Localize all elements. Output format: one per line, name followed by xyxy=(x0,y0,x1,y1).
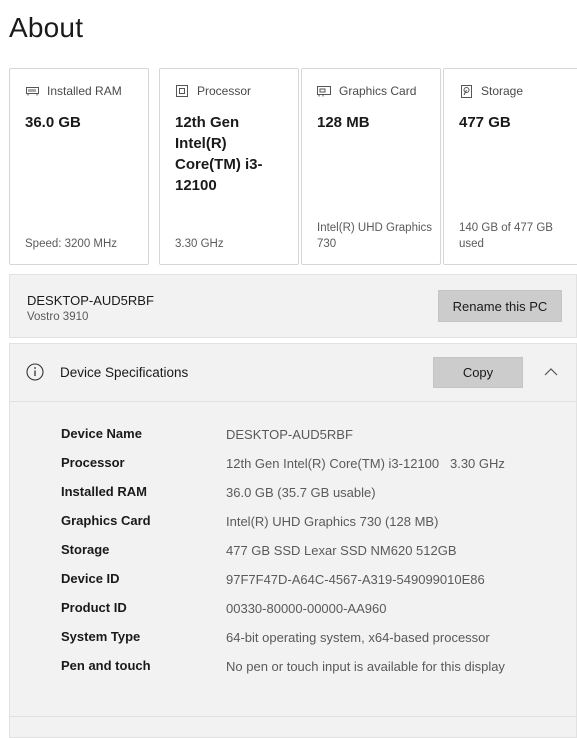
spec-value: 64-bit operating system, x64-based proce… xyxy=(226,630,490,645)
storage-icon xyxy=(459,84,473,98)
spec-row-installed-ram: Installed RAM 36.0 GB (35.7 GB usable) xyxy=(61,484,541,513)
spec-row-product-id: Product ID 00330-80000-00000-AA960 xyxy=(61,600,541,629)
pc-name-panel: DESKTOP-AUD5RBF Vostro 3910 Rename this … xyxy=(9,274,577,338)
spec-row-processor: Processor 12th Gen Intel(R) Core(TM) i3-… xyxy=(61,455,541,484)
spec-value: 12th Gen Intel(R) Core(TM) i3-12100 3.30… xyxy=(226,456,505,471)
card-detail: 140 GB of 477 GB used xyxy=(459,222,553,250)
spec-value: 36.0 GB (35.7 GB usable) xyxy=(226,485,376,500)
copy-button[interactable]: Copy xyxy=(433,357,523,388)
spec-label: Device ID xyxy=(61,571,120,586)
section-title: Device Specifications xyxy=(60,365,189,380)
card-value: 12th Gen Intel(R) Core(TM) i3-12100 xyxy=(175,114,263,194)
spec-value: DESKTOP-AUD5RBF xyxy=(226,427,353,442)
card-detail: 3.30 GHz xyxy=(175,238,224,250)
spec-row-graphics-card: Graphics Card Intel(R) UHD Graphics 730 … xyxy=(61,513,541,542)
card-storage: Storage 477 GB 140 GB of 477 GB used xyxy=(443,68,577,265)
spec-label: Graphics Card xyxy=(61,513,151,528)
card-installed-ram: Installed RAM 36.0 GB Speed: 3200 MHz xyxy=(9,68,149,265)
spec-value: 00330-80000-00000-AA960 xyxy=(226,601,387,616)
card-value: 477 GB xyxy=(459,114,511,131)
page-title: About xyxy=(9,12,84,43)
card-label: Installed RAM xyxy=(47,84,122,98)
spec-value: 97F7F47D-A64C-4567-A319-549099010E86 xyxy=(226,572,485,587)
spec-row-system-type: System Type 64-bit operating system, x64… xyxy=(61,629,541,658)
spec-value: Intel(R) UHD Graphics 730 (128 MB) xyxy=(226,514,439,529)
device-specifications-panel: Device Specifications Copy Device Name D… xyxy=(9,343,577,738)
card-label: Graphics Card xyxy=(339,84,417,98)
spec-label: Product ID xyxy=(61,600,127,615)
card-processor: Processor 12th Gen Intel(R) Core(TM) i3-… xyxy=(159,68,299,265)
card-value: 36.0 GB xyxy=(25,114,81,131)
info-icon xyxy=(26,363,44,381)
card-graphics: Graphics Card 128 MB Intel(R) UHD Graphi… xyxy=(301,68,441,265)
pc-name: DESKTOP-AUD5RBF xyxy=(27,293,154,308)
chevron-up-icon[interactable] xyxy=(543,365,559,377)
spec-row-device-name: Device Name DESKTOP-AUD5RBF xyxy=(61,426,541,455)
spec-row-device-id: Device ID 97F7F47D-A64C-4567-A319-549099… xyxy=(61,571,541,600)
summary-cards: Installed RAM 36.0 GB Speed: 3200 MHz Pr… xyxy=(9,68,577,267)
spec-value: 477 GB SSD Lexar SSD NM620 512GB xyxy=(226,543,457,558)
card-label: Processor xyxy=(197,84,252,98)
card-detail: Speed: 3200 MHz xyxy=(25,238,118,250)
ram-icon xyxy=(25,84,39,98)
spec-row-storage: Storage 477 GB SSD Lexar SSD NM620 512GB xyxy=(61,542,541,571)
spec-label: Device Name xyxy=(61,426,142,441)
card-value: 128 MB xyxy=(317,114,370,131)
spec-label: Installed RAM xyxy=(61,484,147,499)
pc-model: Vostro 3910 xyxy=(27,311,89,323)
spec-row-pen-and-touch: Pen and touch No pen or touch input is a… xyxy=(61,658,541,687)
rename-pc-button[interactable]: Rename this PC xyxy=(438,290,562,322)
spec-label: Pen and touch xyxy=(61,658,151,673)
card-detail: Intel(R) UHD Graphics 730 xyxy=(317,222,433,250)
specifications-list: Device Name DESKTOP-AUD5RBF Processor 12… xyxy=(61,426,541,687)
spec-value: No pen or touch input is available for t… xyxy=(226,659,505,674)
spec-label: Processor xyxy=(61,455,125,470)
processor-icon xyxy=(175,84,189,98)
device-specifications-header[interactable]: Device Specifications Copy xyxy=(10,344,576,402)
spec-label: Storage xyxy=(61,542,110,557)
graphics-card-icon xyxy=(317,84,331,98)
spec-label: System Type xyxy=(61,629,141,644)
card-label: Storage xyxy=(481,84,524,98)
divider xyxy=(10,716,576,717)
